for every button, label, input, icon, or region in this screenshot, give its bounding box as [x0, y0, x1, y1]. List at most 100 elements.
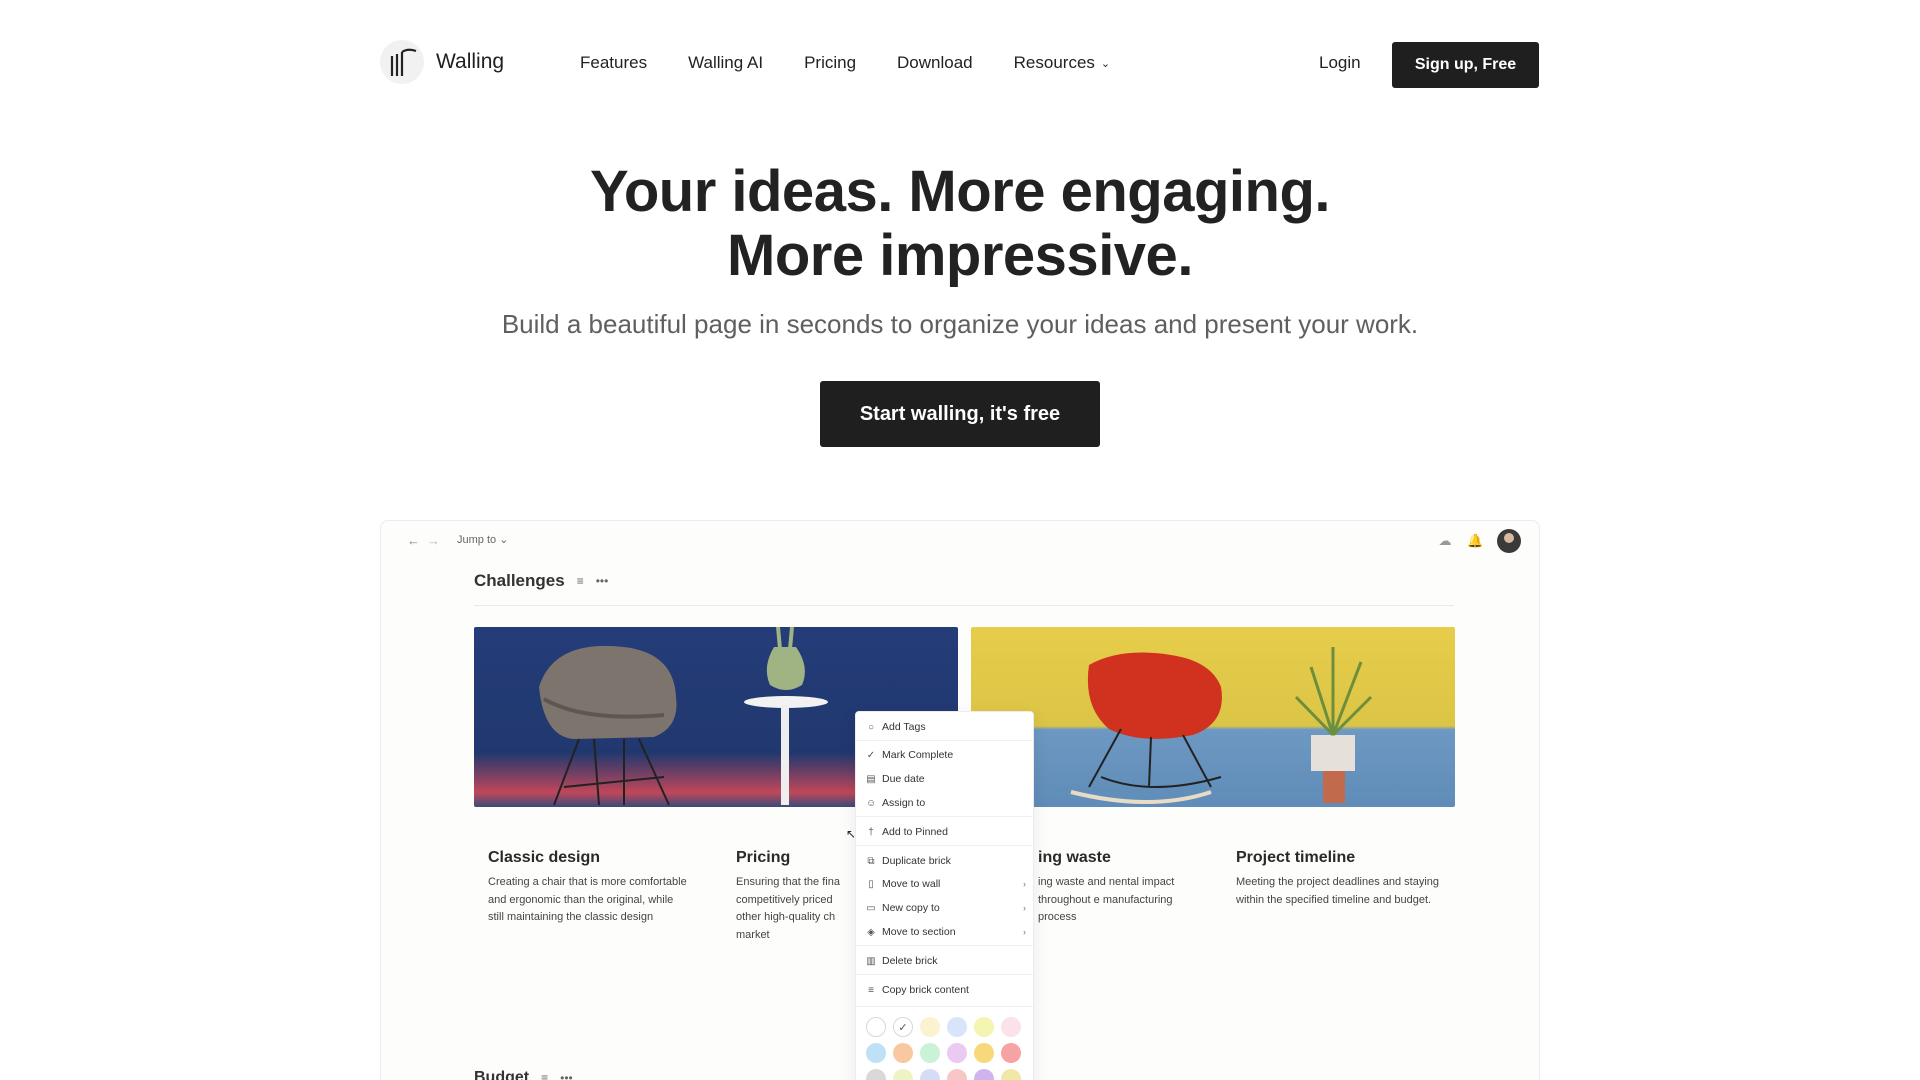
top-navigation: Walling Features Walling AI Pricing Down… — [0, 0, 1920, 130]
avatar[interactable] — [1497, 529, 1521, 553]
menu-add-tags[interactable]: ○ Add Tags — [866, 721, 1026, 733]
section-title: Challenges — [474, 571, 565, 590]
card-reducing-waste[interactable]: ing waste ing waste and nental impact th… — [1038, 849, 1208, 927]
hero-subtitle: Build a beautiful page in seconds to org… — [501, 309, 1419, 339]
hero-title-line-2: More impressive. — [727, 223, 1193, 288]
card-image-red-chair[interactable] — [971, 627, 1455, 807]
menu-label: Delete brick — [882, 955, 938, 967]
more-icon[interactable]: ••• — [560, 1071, 573, 1080]
card-title: ing waste — [1038, 849, 1111, 866]
lines-icon: ≡ — [868, 984, 874, 996]
card-title: Project timeline — [1236, 849, 1356, 866]
menu-divider — [856, 816, 1033, 817]
color-swatch[interactable] — [920, 1043, 940, 1063]
nav-download[interactable]: Download — [897, 53, 973, 73]
color-swatch[interactable] — [947, 1043, 967, 1063]
menu-due-date[interactable]: ▤ Due date — [866, 773, 1026, 785]
forward-arrow-icon[interactable]: → — [427, 533, 440, 548]
menu-label: Due date — [882, 773, 925, 785]
menu-label: Mark Complete — [882, 749, 954, 761]
nav-links: Features Walling AI Pricing Download Res… — [580, 53, 1110, 73]
menu-divider — [856, 974, 1033, 975]
menu-copy-brick-content[interactable]: ≡ Copy brick content — [866, 984, 1026, 996]
brand-name: Walling — [436, 50, 505, 73]
color-swatch[interactable] — [974, 1069, 994, 1080]
color-swatch[interactable] — [1001, 1017, 1021, 1037]
color-swatch[interactable] — [866, 1069, 886, 1080]
layers-icon: ◈ — [867, 926, 875, 938]
menu-label: Assign to — [882, 797, 926, 809]
trash-icon: ▥ — [866, 955, 876, 967]
color-swatch[interactable] — [866, 1017, 886, 1037]
file-plus-icon: ▭ — [866, 902, 876, 914]
nav-resources[interactable]: Resources ⌄ — [1014, 53, 1110, 73]
card-description: ing waste and nental impact throughout e… — [1038, 876, 1175, 923]
context-menu: ○ Add Tags ✓ Mark Complete ▤ Due date ☺ Assi… — [855, 711, 1034, 1080]
card-pricing[interactable]: Pricing Ensuring that the fina competiti… — [736, 849, 854, 944]
app-toolbar: ← → Jump to ⌄ ☁ 🔔 — [381, 521, 1539, 561]
chevron-down-icon: ⌄ — [499, 534, 509, 546]
tag-icon: ○ — [867, 721, 875, 733]
check-icon: ✓ — [898, 1021, 908, 1034]
signup-button[interactable]: Sign up, Free — [1392, 42, 1539, 88]
login-link[interactable]: Login — [1319, 53, 1361, 73]
menu-label: Copy brick content — [882, 984, 969, 996]
nav-pricing[interactable]: Pricing — [804, 53, 856, 73]
color-swatch[interactable] — [1001, 1043, 1021, 1063]
color-swatch[interactable] — [974, 1017, 994, 1037]
menu-delete-brick[interactable]: ▥ Delete brick — [866, 955, 1026, 967]
user-icon: ☺ — [866, 797, 877, 809]
menu-divider — [856, 945, 1033, 946]
jump-to-dropdown[interactable]: Jump to ⌄ — [457, 533, 508, 546]
copy-icon: ⧉ — [867, 855, 875, 867]
menu-mark-complete[interactable]: ✓ Mark Complete — [866, 749, 1026, 761]
color-swatch[interactable] — [866, 1043, 886, 1063]
menu-label: Move to wall — [882, 878, 941, 890]
color-swatch[interactable] — [1001, 1069, 1021, 1080]
color-swatch[interactable] — [920, 1017, 940, 1037]
walling-logo-icon — [380, 40, 424, 84]
menu-label: Add to Pinned — [882, 826, 948, 838]
filter-icon[interactable]: ≡ — [541, 1071, 548, 1080]
color-swatch[interactable] — [920, 1069, 940, 1080]
card-title: Classic design — [488, 849, 601, 866]
color-swatch[interactable] — [893, 1069, 913, 1080]
menu-new-copy-to[interactable]: ▭ New copy to › — [866, 902, 1026, 914]
toolbar-icons: ☁ 🔔 — [1437, 529, 1521, 553]
menu-assign-to[interactable]: ☺ Assign to — [866, 797, 1026, 809]
menu-duplicate-brick[interactable]: ⧉ Duplicate brick — [866, 855, 1026, 867]
cloud-icon[interactable]: ☁ — [1437, 533, 1453, 549]
start-walling-button[interactable]: Start walling, it's free — [820, 381, 1100, 447]
jump-to-label: Jump to — [457, 534, 497, 546]
card-project-timeline[interactable]: Project timeline Meeting the project dea… — [1236, 849, 1441, 909]
menu-label: Add Tags — [882, 721, 926, 733]
hero-title-line-1: Your ideas. More engaging. — [589, 159, 1331, 224]
menu-move-to-section[interactable]: ◈ Move to section › — [866, 926, 1026, 938]
card-title: Pricing — [736, 849, 791, 866]
chevron-right-icon: › — [1023, 879, 1026, 889]
nav-walling-ai[interactable]: Walling AI — [688, 53, 763, 73]
nav-resources-label: Resources — [1013, 53, 1095, 72]
color-swatches: ✓ — [866, 1017, 1021, 1080]
back-arrow-icon[interactable]: ← — [407, 533, 420, 548]
menu-add-to-pinned[interactable]: † Add to Pinned — [866, 826, 1026, 838]
menu-label: New copy to — [882, 902, 940, 914]
color-swatch[interactable]: ✓ — [893, 1017, 913, 1037]
card-classic-design[interactable]: Classic design Creating a chair that is … — [488, 849, 688, 927]
more-icon[interactable]: ••• — [596, 574, 609, 588]
menu-label: Move to section — [882, 926, 956, 938]
color-swatch[interactable] — [947, 1069, 967, 1080]
section-header: Challenges ≡ ••• — [474, 571, 608, 591]
brand-logo[interactable]: Walling — [380, 40, 504, 84]
check-icon: ✓ — [866, 749, 876, 761]
nav-features[interactable]: Features — [580, 53, 647, 73]
bell-icon[interactable]: 🔔 — [1467, 533, 1483, 549]
filter-icon[interactable]: ≡ — [577, 574, 584, 588]
chevron-down-icon: ⌄ — [1100, 58, 1111, 70]
color-swatch[interactable] — [974, 1043, 994, 1063]
menu-move-to-wall[interactable]: ▯ Move to wall › — [866, 878, 1026, 890]
menu-divider — [856, 740, 1033, 741]
color-swatch[interactable] — [893, 1043, 913, 1063]
color-swatch[interactable] — [947, 1017, 967, 1037]
calendar-icon: ▤ — [866, 773, 876, 785]
